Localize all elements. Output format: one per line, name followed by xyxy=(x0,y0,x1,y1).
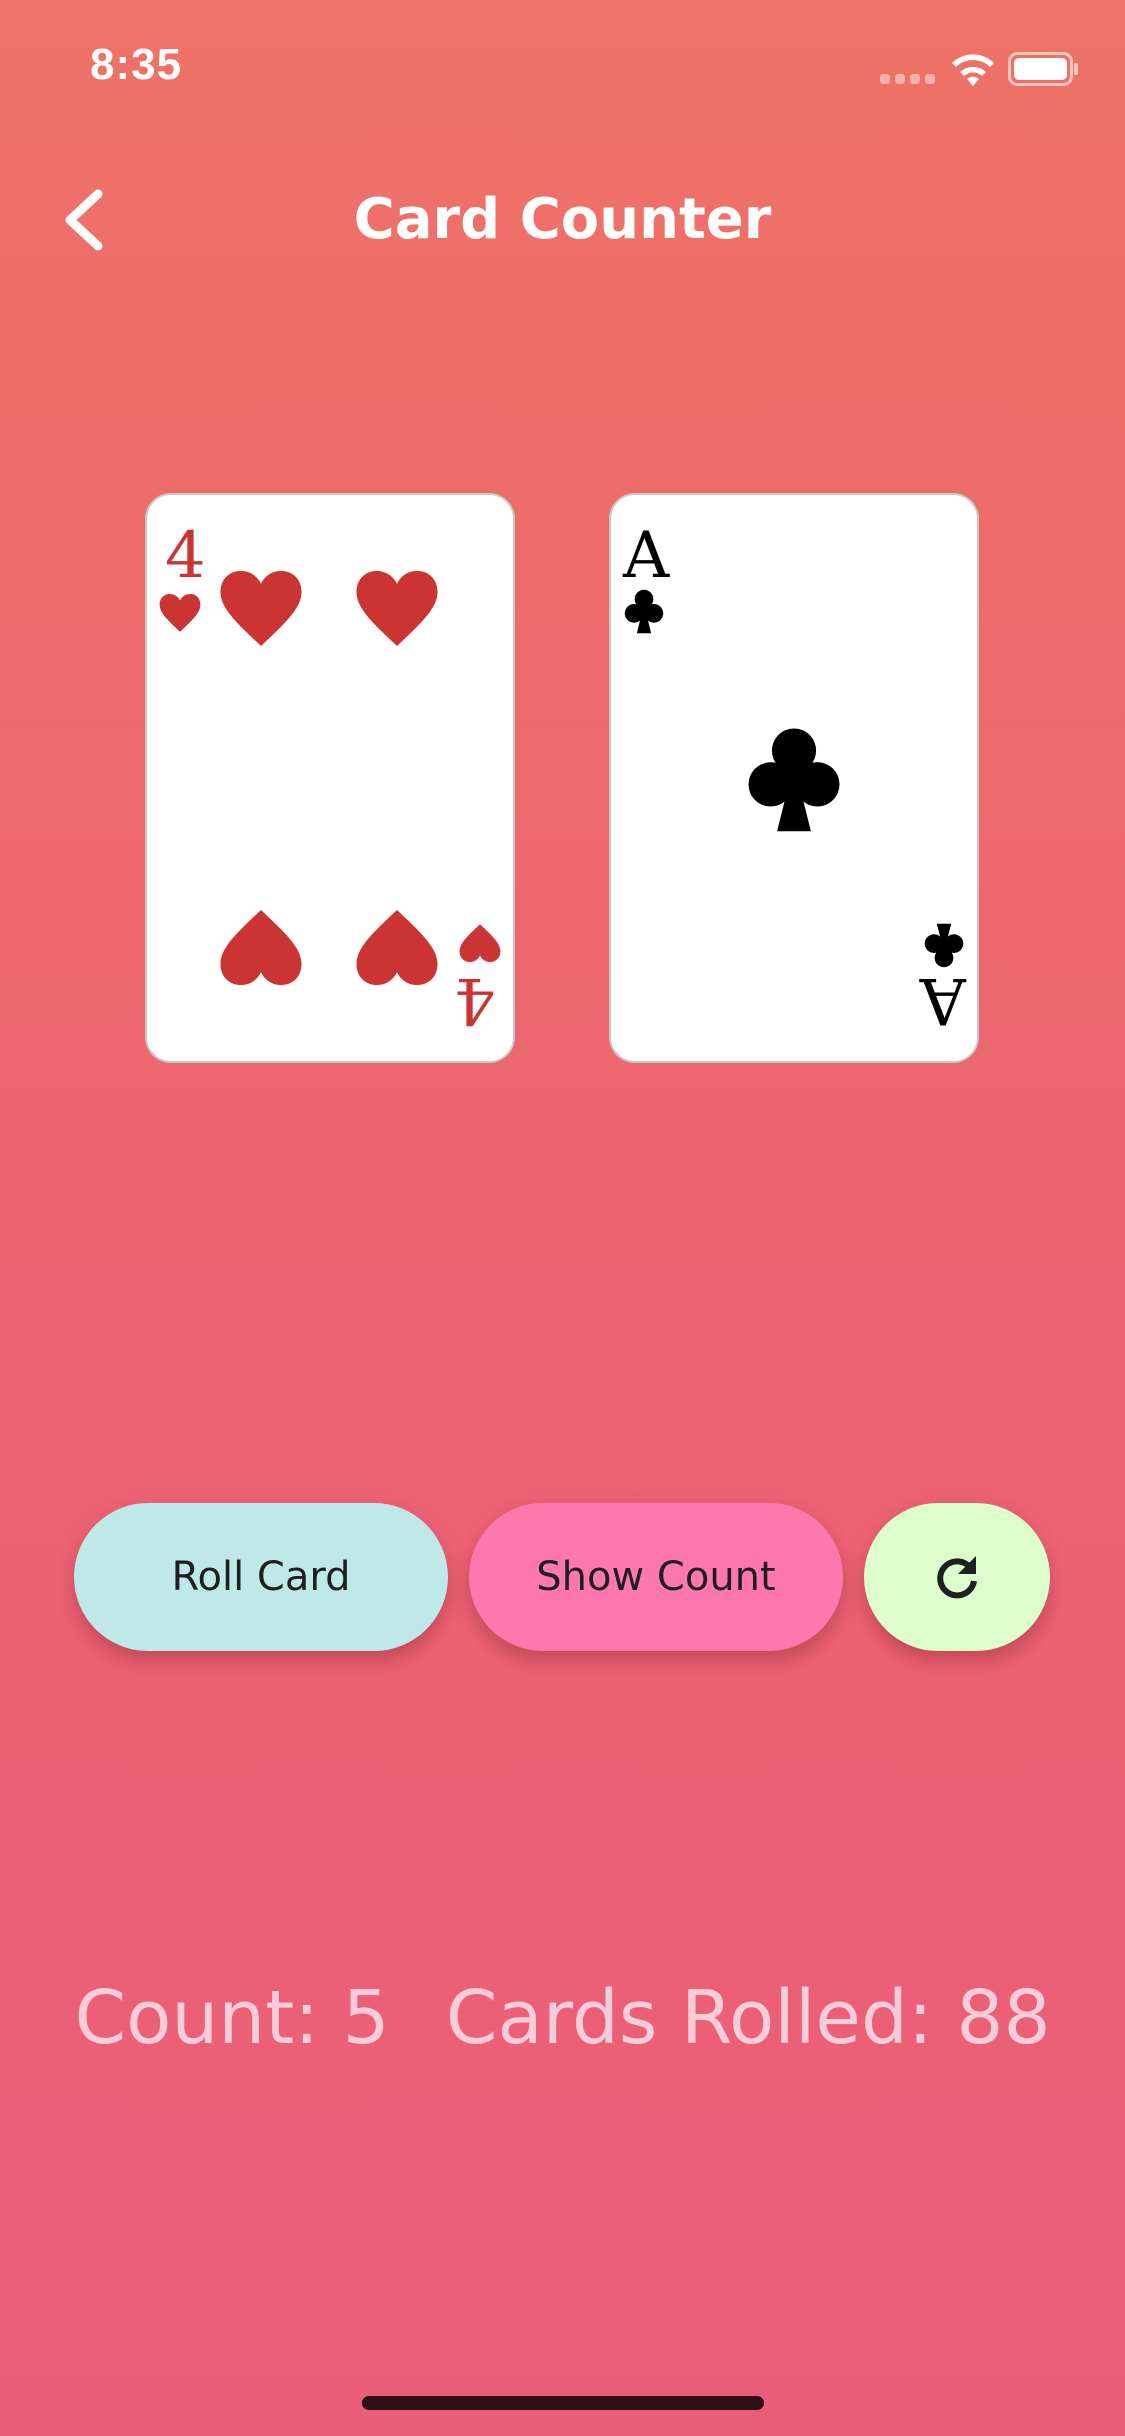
heart-small-icon xyxy=(459,924,501,963)
battery-icon xyxy=(1008,52,1078,86)
cards-rolled-label: Cards Rolled: 88 xyxy=(445,1975,1051,2061)
home-indicator xyxy=(362,2396,764,2410)
roll-card-button[interactable]: Roll Card xyxy=(74,1503,448,1651)
heart-pip-icon xyxy=(220,910,302,986)
reset-button[interactable] xyxy=(864,1503,1050,1651)
status-time: 8:35 xyxy=(90,40,183,89)
heart-small-icon xyxy=(159,593,201,632)
playing-card-four-of-hearts: 4 4 xyxy=(145,493,515,1063)
cellular-signal-icon xyxy=(880,74,935,84)
count-label: Count: 5 xyxy=(74,1975,390,2061)
show-count-button[interactable]: Show Count xyxy=(469,1503,843,1651)
card-rank-bottom: A xyxy=(919,963,967,1037)
heart-pip-icon xyxy=(356,570,438,646)
playing-card-ace-of-clubs: A A xyxy=(609,493,979,1063)
back-chevron-icon[interactable] xyxy=(50,184,120,256)
club-pip-icon xyxy=(748,728,840,832)
nav-bar: Card Counter xyxy=(0,170,1125,270)
heart-pip-icon xyxy=(356,910,438,986)
club-small-icon xyxy=(924,923,964,968)
page-title: Card Counter xyxy=(353,187,772,252)
card-rank-top: A xyxy=(622,519,670,593)
card-rank-bottom: 4 xyxy=(454,963,495,1037)
club-small-icon xyxy=(624,589,664,634)
four-of-hearts-face: 4 4 xyxy=(159,519,501,1037)
ace-of-clubs-face: A A xyxy=(622,519,967,1037)
status-bar: 8:35 xyxy=(0,0,1125,132)
stats-line: Count: 5 Cards Rolled: 88 xyxy=(0,1975,1125,2061)
card-rank-top: 4 xyxy=(165,519,206,593)
heart-pip-icon xyxy=(220,570,302,646)
wifi-icon xyxy=(952,54,994,86)
refresh-icon xyxy=(937,1556,977,1599)
